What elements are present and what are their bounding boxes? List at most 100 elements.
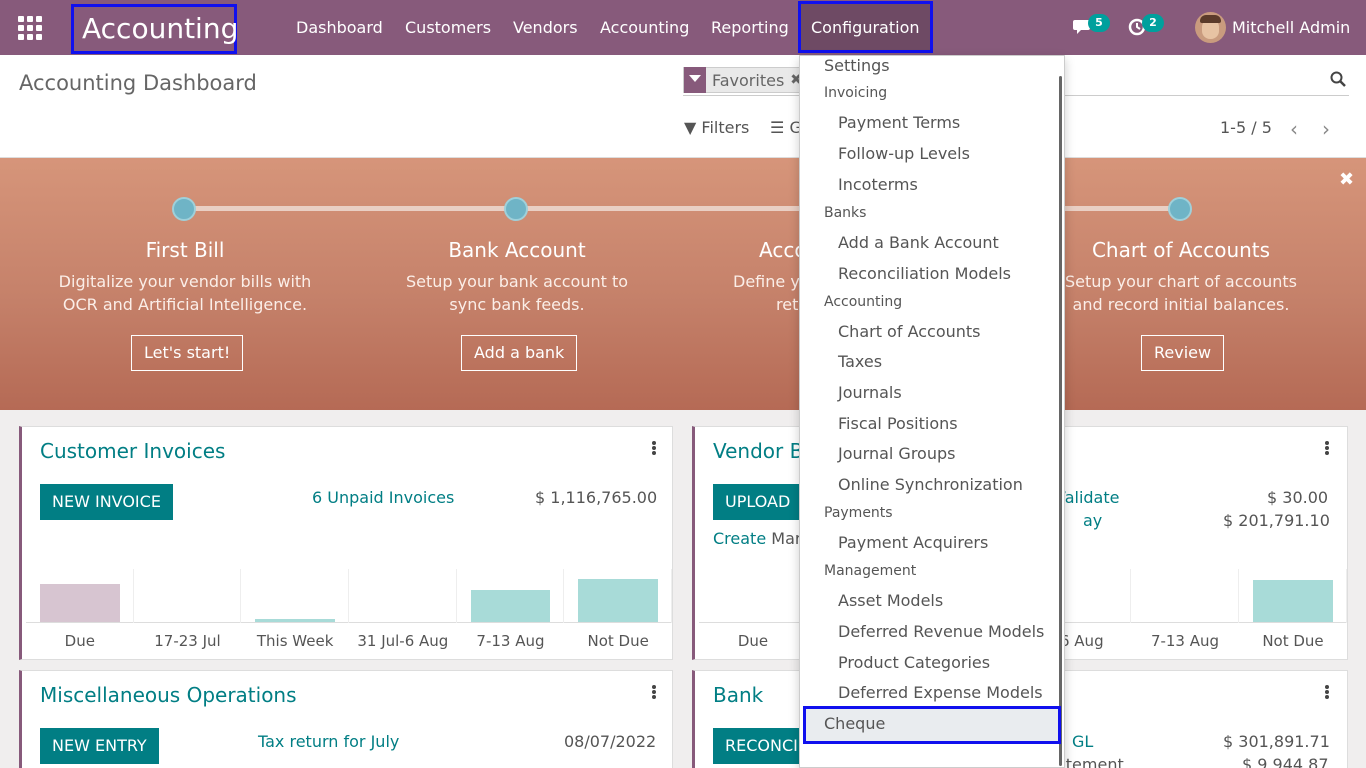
group-by-button[interactable]: ☰ G [770, 118, 802, 137]
app-brand[interactable]: Accounting [71, 4, 238, 54]
create-link-rest[interactable]: Mar [771, 529, 801, 548]
menu-incoterms[interactable]: Incoterms [838, 175, 918, 194]
review-button[interactable]: Review [1141, 335, 1225, 371]
user-avatar[interactable] [1195, 12, 1226, 43]
nav-accounting[interactable]: Accounting [600, 18, 689, 37]
graph-column[interactable] [349, 569, 457, 623]
kebab-menu-icon[interactable] [652, 685, 656, 699]
gl-balance-amount: $ 301,891.71 [1223, 732, 1330, 751]
top-navbar: Accounting Dashboard Customers Vendors A… [0, 0, 1366, 55]
menu-fiscal-positions[interactable]: Fiscal Positions [838, 414, 958, 433]
card-title[interactable]: Miscellaneous Operations [40, 683, 297, 707]
messages-badge: 5 [1088, 14, 1110, 32]
nav-customers[interactable]: Customers [405, 18, 491, 37]
menu-payment-terms[interactable]: Payment Terms [838, 113, 960, 132]
group-by-icon: ☰ [770, 118, 785, 137]
graph-label: Due [737, 632, 769, 650]
menu-product-categories[interactable]: Product Categories [838, 653, 990, 672]
graph-column[interactable] [1131, 569, 1239, 623]
new-invoice-button[interactable]: NEW INVOICE [40, 484, 173, 520]
kebab-menu-icon[interactable] [652, 441, 656, 455]
menu-deferred-expense-models[interactable]: Deferred Expense Models [838, 683, 1043, 702]
dropdown-scrollbar[interactable] [1059, 76, 1062, 766]
graph-column[interactable] [134, 569, 242, 623]
menu-payment-acquirers[interactable]: Payment Acquirers [838, 533, 988, 552]
lets-start-button[interactable]: Let's start! [131, 335, 244, 371]
pager-value[interactable]: 1-5 / 5 [1220, 118, 1272, 137]
search-icon[interactable] [1330, 71, 1346, 87]
apps-menu-icon[interactable] [18, 16, 42, 40]
graph-label: Not Due [587, 632, 649, 650]
gl-balance-link[interactable]: GL [1072, 732, 1093, 751]
step-desc: Digitalize your vendor bills with [58, 272, 312, 291]
menu-deferred-revenue-models[interactable]: Deferred Revenue Models [838, 622, 1044, 641]
page-title: Accounting Dashboard [19, 71, 257, 95]
section-management: Management [824, 563, 917, 579]
graph-column[interactable] [699, 569, 807, 623]
onboarding-banner: First Bill Digitalize your vendor bills … [0, 158, 1366, 410]
menu-cheque[interactable]: Cheque [824, 714, 885, 733]
new-entry-button[interactable]: NEW ENTRY [40, 728, 159, 764]
step-desc: Setup your bank account to [405, 272, 629, 291]
pager-previous-icon[interactable]: ‹ [1290, 117, 1298, 141]
graph-bar[interactable] [255, 619, 335, 622]
section-accounting: Accounting [824, 294, 903, 310]
add-a-bank-button[interactable]: Add a bank [461, 335, 578, 371]
graph-label: 7-13 Aug [476, 632, 545, 650]
nav-reporting[interactable]: Reporting [711, 18, 789, 37]
menu-reconciliation-models[interactable]: Reconciliation Models [838, 264, 1011, 283]
upload-button[interactable]: UPLOAD [713, 484, 803, 520]
menu-journal-groups[interactable]: Journal Groups [838, 444, 955, 463]
filters-button[interactable]: ▼ Filters [684, 118, 749, 137]
step-desc: and record initial balances. [1072, 295, 1290, 314]
banner-close-icon[interactable]: ✖ [1339, 169, 1354, 190]
menu-followup-levels[interactable]: Follow-up Levels [838, 144, 970, 163]
nav-configuration[interactable]: Configuration [798, 1, 933, 53]
step-title: Chart of Accounts [1091, 238, 1271, 262]
menu-add-bank-account[interactable]: Add a Bank Account [838, 233, 999, 252]
bills-to-pay-link[interactable]: ay [1083, 511, 1102, 530]
section-invoicing: Invoicing [824, 85, 888, 101]
graph-bar[interactable] [1253, 580, 1333, 622]
menu-chart-of-accounts[interactable]: Chart of Accounts [838, 322, 981, 341]
menu-online-synchronization[interactable]: Online Synchronization [838, 475, 1023, 494]
card-title[interactable]: Bank [713, 683, 763, 707]
step-title: First Bill [145, 238, 225, 262]
favorites-facet[interactable]: Favorites ✖ [683, 67, 808, 93]
nav-dashboard[interactable]: Dashboard [296, 18, 383, 37]
step-dot-bank-account [504, 197, 528, 221]
graph-bar[interactable] [40, 584, 120, 622]
filter-funnel-icon [684, 67, 706, 93]
graph-bar[interactable] [470, 590, 551, 622]
filter-icon: ▼ [684, 118, 697, 137]
create-manually-link[interactable]: Create Mar [713, 529, 801, 548]
card-title[interactable]: Customer Invoices [40, 439, 225, 463]
create-link-text[interactable]: Create [713, 529, 766, 548]
graph-label: 31 Jul-6 Aug [357, 632, 449, 650]
menu-settings[interactable]: Settings [824, 56, 890, 75]
step-dot-first-bill [172, 197, 196, 221]
graph-label: Due [64, 632, 95, 650]
graph-column[interactable] [241, 569, 349, 623]
step-dot-chart-of-accounts [1168, 197, 1192, 221]
user-menu[interactable]: Mitchell Admin [1232, 18, 1350, 37]
graph-label: Not Due [1262, 632, 1324, 650]
kebab-menu-icon[interactable] [1325, 441, 1329, 455]
section-banks: Banks [824, 205, 867, 221]
pager-next-icon[interactable]: › [1322, 117, 1330, 141]
graph-bar[interactable] [578, 579, 658, 622]
unpaid-invoices-link[interactable]: 6 Unpaid Invoices [312, 488, 454, 507]
tax-return-link[interactable]: Tax return for July [258, 732, 399, 751]
menu-taxes[interactable]: Taxes [838, 352, 882, 371]
card-title[interactable]: Vendor B [713, 439, 803, 463]
unpaid-amount: $ 1,116,765.00 [535, 488, 658, 507]
configuration-dropdown: Settings Invoicing Payment Terms Follow-… [799, 55, 1065, 768]
menu-journals[interactable]: Journals [838, 383, 902, 402]
kebab-menu-icon[interactable] [1325, 685, 1329, 699]
nav-vendors[interactable]: Vendors [513, 18, 578, 37]
step-desc: OCR and Artificial Intelligence. [62, 295, 308, 314]
aging-graph[interactable] [26, 569, 672, 623]
menu-asset-models[interactable]: Asset Models [838, 591, 943, 610]
step-desc: Setup your chart of accounts [1065, 272, 1297, 291]
menu-cheque-highlight[interactable]: Cheque [803, 706, 1061, 744]
